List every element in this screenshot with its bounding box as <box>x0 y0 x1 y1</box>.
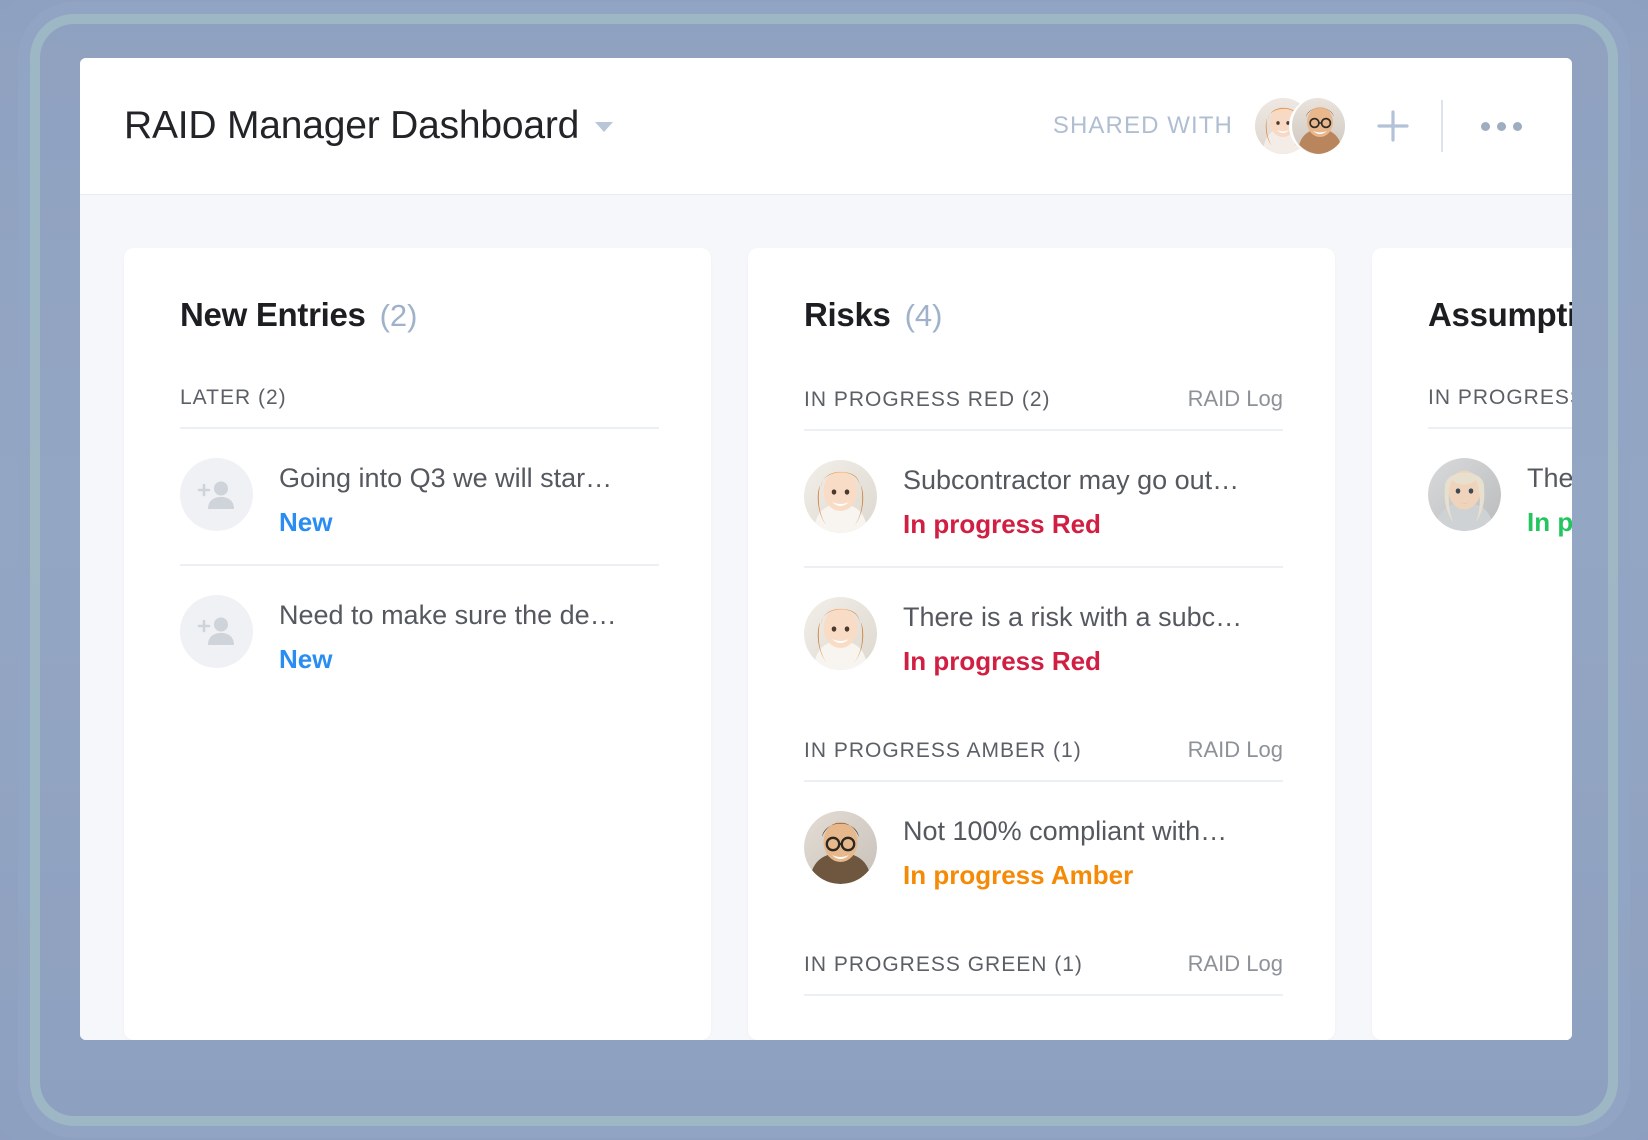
header-divider <box>1441 100 1443 152</box>
chevron-down-icon[interactable] <box>595 122 614 132</box>
list-item[interactable]: Need to make sure the de… New <box>180 566 659 701</box>
group-header: IN PROGRESS RED (2) RAID Log <box>804 386 1283 412</box>
column-name: New Entries <box>180 296 366 333</box>
group-in-progress-green: IN PROGRESS GREEN (1) RAID Log <box>804 951 1283 996</box>
group-later: LATER (2) Going into Q3 we will star… Ne… <box>180 386 659 701</box>
list-item[interactable]: Going into Q3 we will star… New <box>180 429 659 566</box>
column-count: (2) <box>379 298 418 333</box>
avatar[interactable] <box>804 460 877 533</box>
list-item[interactable]: Subcontractor may go out… In progress Re… <box>804 431 1283 568</box>
group-header: IN PROGRESS AMBER (1) RAID Log <box>804 737 1283 763</box>
page-title: RAID Manager Dashboard <box>124 104 580 147</box>
list-item-body: There is a risk with a subc… In progress… <box>903 597 1242 677</box>
group-in-progress-amber: IN PROGRESS AMBER (1) RAID Log Not 100% … <box>804 737 1283 917</box>
add-person-icon <box>197 481 234 509</box>
list-item-text: Not 100% compliant with… <box>903 815 1228 846</box>
add-person-avatar-placeholder[interactable] <box>180 458 253 531</box>
column-title-assumptions: Assumptions <box>1428 296 1572 334</box>
dashboard-title-dropdown[interactable]: RAID Manager Dashboard <box>124 104 614 148</box>
group-title: IN PROGRESS GREEN (1) <box>1428 386 1572 409</box>
list-item[interactable]: There is a risk with a subc… In progress… <box>804 568 1283 703</box>
avatar[interactable] <box>804 810 877 884</box>
list-item-text: Subcontractor may go out… <box>903 465 1240 495</box>
shared-with-label: SHARED WITH <box>1052 112 1233 139</box>
group-title: IN PROGRESS RED (2) <box>804 388 1051 411</box>
status-badge[interactable]: New <box>279 644 617 675</box>
group-title: IN PROGRESS GREEN (1) <box>804 952 1083 976</box>
group-title: IN PROGRESS AMBER (1) <box>804 738 1082 762</box>
list-item-text: There is a risk with a subc… <box>903 601 1243 632</box>
group-in-progress-green: IN PROGRESS GREEN (1) <box>1428 386 1572 564</box>
column-title-risks: Risks (4) <box>804 296 1283 334</box>
status-badge[interactable]: New <box>279 507 612 538</box>
list-item-body: Going into Q3 we will star… New <box>279 458 612 538</box>
ellipsis-icon[interactable] <box>1477 112 1526 141</box>
group-header: IN PROGRESS GREEN (1) <box>1428 386 1572 410</box>
group-header: IN PROGRESS GREEN (1) RAID Log <box>804 951 1283 977</box>
list-item-body: Need to make sure the de… New <box>279 595 617 675</box>
column-risks: Risks (4) IN PROGRESS RED (2) RAID Log S… <box>748 248 1335 1040</box>
column-title-new-entries: New Entries (2) <box>180 296 659 334</box>
status-badge[interactable]: In progress Red <box>903 646 1242 677</box>
column-name: Assumptions <box>1428 296 1572 333</box>
list-item-body: Not 100% compliant with… In progress Amb… <box>903 811 1227 891</box>
group-header: LATER (2) <box>180 386 659 410</box>
status-badge[interactable]: In progress Red <box>903 509 1239 540</box>
list-item-body: Subcontractor may go out… In progress Re… <box>903 460 1239 540</box>
list-item-text: The… <box>1527 463 1572 493</box>
column-name: Risks <box>804 296 891 333</box>
avatar-shared-2[interactable] <box>1289 98 1345 154</box>
avatar[interactable] <box>1428 458 1501 531</box>
raid-log-link[interactable]: RAID Log <box>1148 951 1283 977</box>
app-window: RAID Manager Dashboard SHARED WITH New E… <box>80 58 1572 1040</box>
raid-log-link[interactable]: RAID Log <box>1148 386 1283 412</box>
status-badge[interactable]: In progress Amber <box>903 860 1227 891</box>
list-item[interactable]: The… In p… <box>1428 429 1572 564</box>
avatar[interactable] <box>804 596 877 670</box>
shared-with-avatars[interactable] <box>1255 98 1345 154</box>
app-header: RAID Manager Dashboard SHARED WITH <box>80 58 1572 195</box>
list-item[interactable]: Not 100% compliant with… In progress Amb… <box>804 782 1283 917</box>
list-item-text: Going into Q3 we will star… <box>279 463 613 493</box>
column-count: (4) <box>904 298 943 333</box>
list-item-text: Need to make sure the de… <box>279 599 617 630</box>
add-person-avatar-placeholder[interactable] <box>180 594 253 668</box>
group-rule <box>804 993 1283 996</box>
status-badge[interactable]: In p… <box>1527 507 1572 538</box>
column-new-entries: New Entries (2) LATER (2) Going into Q3 … <box>124 248 711 1040</box>
column-assumptions: Assumptions IN PROGRESS GREEN (1) <box>1372 248 1572 1040</box>
add-person-icon <box>197 617 234 646</box>
header-actions: SHARED WITH <box>1053 98 1526 154</box>
raid-log-link[interactable]: RAID Log <box>1148 737 1283 763</box>
group-in-progress-red: IN PROGRESS RED (2) RAID Log Subcontract… <box>804 386 1283 703</box>
dashboard-board: New Entries (2) LATER (2) Going into Q3 … <box>80 195 1572 1040</box>
plus-icon[interactable] <box>1371 104 1415 148</box>
list-item-body: The… In p… <box>1527 458 1572 538</box>
group-title: LATER (2) <box>180 386 287 409</box>
